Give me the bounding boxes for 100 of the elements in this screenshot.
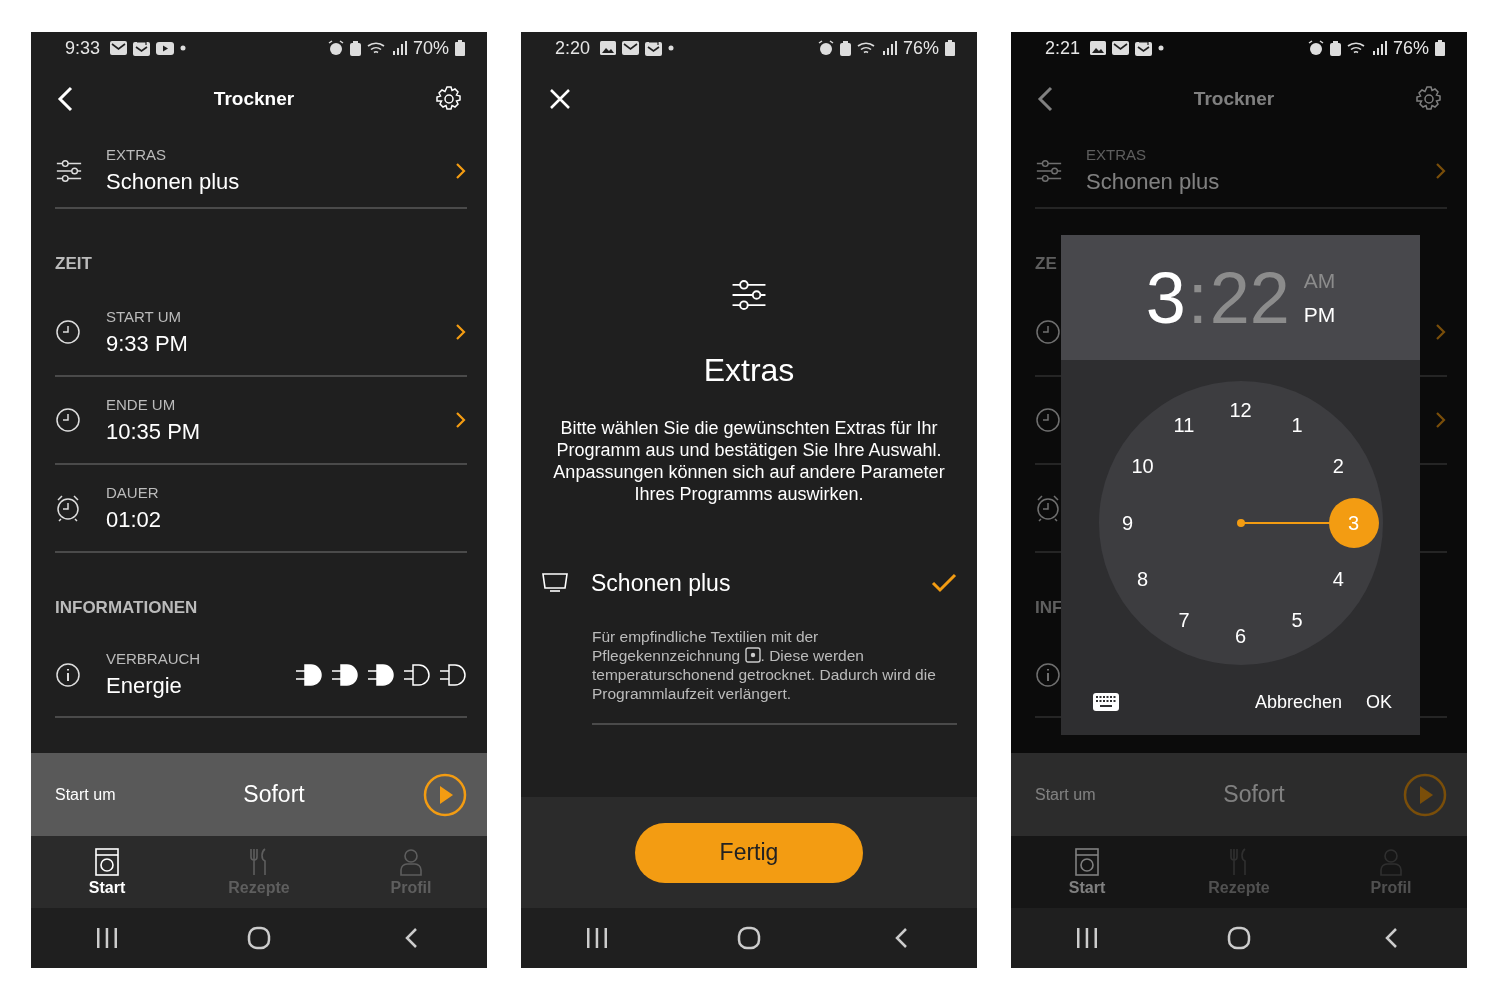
battery-icon	[455, 40, 465, 56]
dialog-button[interactable]: OK	[1358, 685, 1400, 719]
home-icon[interactable]	[1227, 926, 1251, 950]
clock-icon	[55, 319, 81, 345]
washing-machine-icon	[1075, 847, 1099, 876]
battery-percentage: 70%	[412, 37, 449, 59]
home-icon[interactable]	[247, 926, 271, 950]
row-value[interactable]: Schonen plus	[1086, 169, 1435, 195]
period-option[interactable]: PM	[1303, 302, 1336, 327]
wifi-icon	[366, 40, 387, 56]
hour-number[interactable]: 10	[1122, 451, 1163, 482]
alarm-icon	[1307, 40, 1324, 56]
battery-saver-icon	[1329, 40, 1341, 56]
info-icon	[55, 661, 81, 688]
battery-percentage: 76%	[1392, 37, 1429, 59]
section-title: INF	[1035, 598, 1063, 618]
back-icon[interactable]	[404, 927, 418, 949]
row-value: 10:35 PM	[106, 418, 202, 445]
chevron-right-icon[interactable]	[455, 161, 467, 180]
filled-plug-icon	[295, 662, 323, 687]
battery-percentage: 76%	[902, 37, 939, 59]
cutlery-icon	[1229, 847, 1249, 876]
signal-icon	[1372, 41, 1387, 55]
hour-number[interactable]: 9	[1107, 508, 1148, 538]
care-symbol-icon	[744, 647, 761, 663]
envelope-icon	[1135, 40, 1153, 56]
settings-icon[interactable]	[435, 85, 463, 113]
dot-icon	[1158, 45, 1165, 51]
hour-number[interactable]: 11	[1164, 410, 1204, 441]
envelope-icon	[645, 40, 663, 56]
done-button[interactable]: Fertig	[635, 822, 863, 883]
section-title: ZE	[1035, 254, 1057, 274]
video-icon	[156, 41, 175, 55]
image-icon	[1090, 41, 1107, 55]
wifi-icon	[856, 40, 877, 56]
hour-number[interactable]: 1	[1277, 410, 1317, 441]
hour-number[interactable]: 12	[1220, 395, 1261, 425]
battery-saver-icon	[349, 40, 361, 56]
mail-icon	[110, 41, 128, 55]
battery-saver-icon	[839, 40, 851, 56]
hour-number[interactable]: 4	[1318, 564, 1359, 595]
plug-outline-icon	[403, 662, 431, 687]
time-separator: :	[1187, 261, 1208, 334]
hour-number[interactable]: 5	[1277, 605, 1317, 636]
clock-icon	[1035, 319, 1061, 345]
keyboard-icon[interactable]	[1093, 693, 1119, 711]
clock-icon	[1035, 407, 1061, 433]
dialog-button[interactable]: Abbrechen	[1246, 685, 1350, 719]
start-value[interactable]: Sofort	[1185, 781, 1403, 808]
back-icon[interactable]	[894, 927, 908, 949]
envelope-icon	[133, 40, 151, 56]
status-time: 9:33	[65, 37, 101, 59]
row-label: EXTRAS	[106, 146, 167, 163]
start-label: Start um	[55, 785, 117, 804]
filled-plug-icon	[367, 662, 395, 687]
battery-icon	[1435, 40, 1445, 56]
play-button[interactable]	[423, 772, 467, 817]
hour-value[interactable]: 3	[1145, 261, 1186, 334]
cutlery-icon	[249, 847, 269, 876]
hour-number[interactable]: 6	[1220, 621, 1261, 651]
plug-outline-icon	[439, 662, 467, 687]
recent-apps-icon[interactable]	[96, 928, 118, 948]
chevron-right-icon[interactable]	[455, 411, 467, 429]
person-icon	[1379, 847, 1403, 876]
back-icon[interactable]	[1384, 927, 1398, 949]
back-button[interactable]	[57, 86, 73, 112]
screen-title: Trockner	[213, 88, 295, 110]
recent-apps-icon[interactable]	[586, 928, 608, 948]
close-icon[interactable]	[549, 88, 571, 110]
hour-number[interactable]: 7	[1164, 605, 1204, 636]
laundry-basket-icon	[541, 572, 569, 594]
row-label: START UM	[106, 307, 182, 325]
hour-number[interactable]: 2	[1318, 451, 1359, 482]
option-description: Für empfindliche Textilien mit der Pflegekennzeichnung . Diese werden temperaturschonend getrocknet. Dadurch wird die Programmlaufzeit verlängert.	[592, 627, 957, 725]
status-time: 2:20	[555, 37, 591, 59]
hour-number[interactable]: 8	[1122, 564, 1163, 595]
option-title[interactable]: Schonen plus	[591, 569, 931, 597]
start-value[interactable]: Sofort	[205, 781, 423, 808]
washing-machine-icon	[95, 847, 119, 876]
mail-icon	[1112, 41, 1130, 55]
alarm-clock-icon	[55, 494, 81, 522]
recent-apps-icon[interactable]	[1076, 928, 1098, 948]
alarm-icon	[327, 40, 344, 56]
nav-tab[interactable]: Start	[31, 836, 183, 908]
wifi-icon	[1346, 40, 1367, 56]
status-time: 2:21	[1045, 37, 1081, 59]
row-value: 01:02	[106, 506, 163, 533]
nav-tab[interactable]: Start	[1011, 836, 1163, 908]
home-icon[interactable]	[737, 926, 761, 950]
row-value[interactable]: Schonen plus	[106, 169, 455, 195]
chevron-right-icon[interactable]	[455, 323, 467, 341]
row-value: Energie	[106, 673, 183, 699]
row-label: ENDE UM	[106, 395, 177, 413]
person-icon	[399, 847, 423, 876]
info-icon	[1035, 661, 1061, 688]
battery-icon	[945, 40, 955, 56]
section-title: INFORMATIONEN	[55, 598, 198, 618]
dialog-title: Extras	[703, 352, 795, 389]
row-label: VERBRAUCH	[106, 650, 202, 667]
alarm-icon	[817, 40, 834, 56]
